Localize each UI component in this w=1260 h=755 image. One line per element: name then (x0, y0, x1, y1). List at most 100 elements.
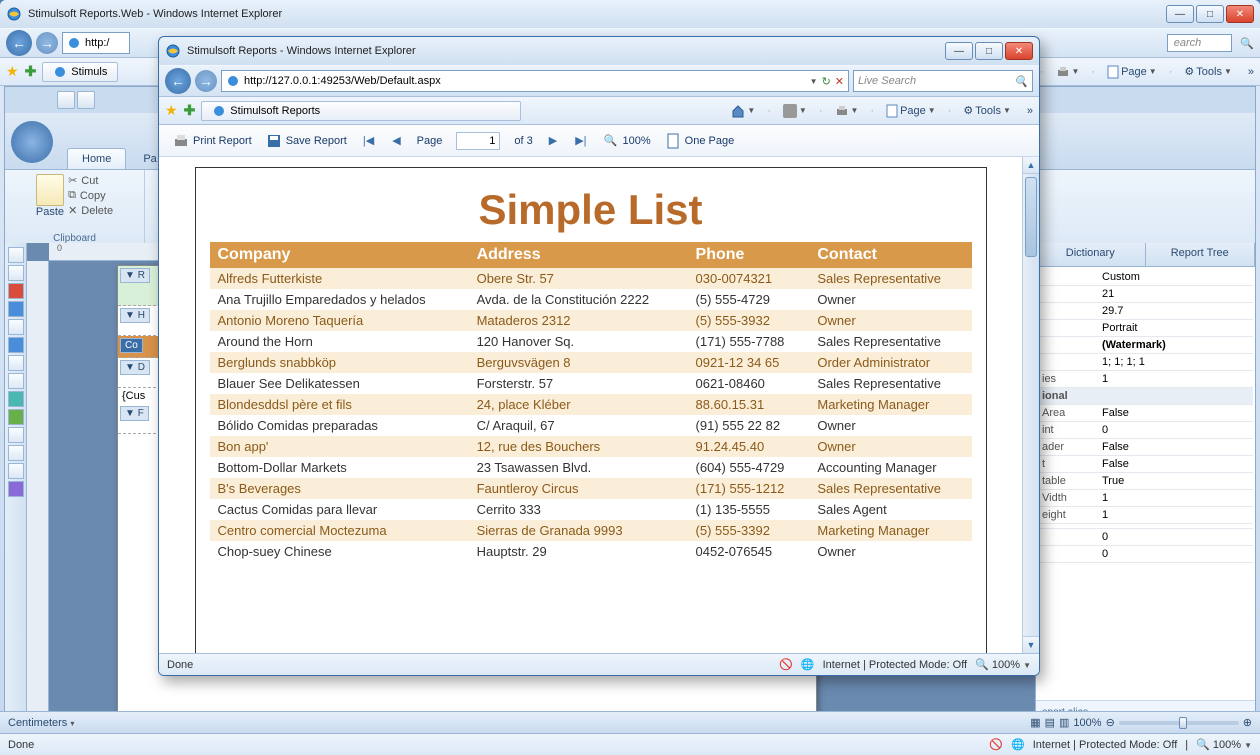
rss-icon[interactable]: ▼ (779, 102, 811, 120)
one-page-button[interactable]: One Page (665, 133, 735, 149)
favorites-icon[interactable]: ★ (6, 63, 19, 80)
tools-menu[interactable]: ⚙Tools▼ (959, 102, 1014, 119)
scroll-up-icon[interactable]: ▲ (1023, 157, 1039, 174)
search-field-placeholder[interactable]: earch (1167, 34, 1233, 52)
chevron-icon[interactable]: » (1027, 105, 1033, 117)
tab-dictionary[interactable]: Dictionary (1036, 243, 1146, 266)
property-row[interactable]: Portrait (1038, 320, 1253, 337)
tool-button[interactable] (8, 247, 24, 263)
first-page-button[interactable]: |◀ (361, 134, 376, 147)
paste-button[interactable]: Paste (36, 206, 64, 218)
report-scroll-area[interactable]: Simple List CompanyAddressPhoneContact A… (159, 157, 1022, 653)
prev-page-button[interactable]: ◀ (390, 134, 402, 147)
tool-button[interactable] (8, 265, 24, 281)
search-icon[interactable]: 🔍 (1014, 75, 1028, 88)
zoom-icon[interactable]: 🔍 100% ▼ (1196, 738, 1252, 751)
popup-search-box[interactable]: Live Search 🔍 (853, 70, 1033, 92)
outer-close-button[interactable]: ✕ (1226, 5, 1254, 23)
band-header[interactable]: ▼ H (120, 308, 150, 323)
tool-button[interactable] (8, 301, 24, 317)
popup-titlebar[interactable]: Stimulsoft Reports - Windows Internet Ex… (159, 37, 1039, 65)
vertical-scrollbar[interactable]: ▲ ▼ (1022, 157, 1039, 653)
outer-forward-button[interactable]: → (36, 32, 58, 54)
outer-browser-tab[interactable]: Stimuls (42, 62, 118, 82)
page-menu[interactable]: Page▼ (1103, 63, 1161, 81)
property-row[interactable]: int0 (1038, 422, 1253, 439)
zoom-in-button[interactable]: ⊕ (1243, 716, 1252, 729)
tool-button[interactable] (8, 373, 24, 389)
zoom-button[interactable]: 🔍 100% (603, 133, 651, 149)
units-selector[interactable]: Centimeters ▾ (8, 717, 74, 729)
zoom-slider[interactable] (1119, 721, 1239, 725)
save-report-button[interactable]: Save Report (266, 133, 347, 149)
property-row[interactable]: 29.7 (1038, 303, 1253, 320)
outer-minimize-button[interactable]: — (1166, 5, 1194, 23)
band-columns[interactable]: Co (120, 338, 143, 353)
outer-maximize-button[interactable]: □ (1196, 5, 1224, 23)
zoom-out-button[interactable]: ⊖ (1106, 716, 1115, 729)
properties-grid[interactable]: Custom2129.7Portrait(Watermark)1; 1; 1; … (1036, 267, 1255, 700)
property-row[interactable]: tableTrue (1038, 473, 1253, 490)
tool-button[interactable] (8, 481, 24, 497)
stop-icon[interactable]: ✕ (835, 75, 844, 88)
cut-button[interactable]: ✂Cut (68, 174, 113, 187)
property-row[interactable]: AreaFalse (1038, 405, 1253, 422)
popup-ie-window[interactable]: Stimulsoft Reports - Windows Internet Ex… (158, 36, 1040, 676)
band-footer[interactable]: ▼ F (120, 406, 149, 421)
popup-forward-button[interactable]: → (195, 70, 217, 92)
property-row[interactable]: Custom (1038, 269, 1253, 286)
outer-back-button[interactable]: ← (6, 30, 32, 56)
page-number-input[interactable] (456, 132, 500, 150)
zoom-status[interactable]: 🔍 100% ▼ (975, 658, 1031, 671)
scroll-thumb[interactable] (1025, 177, 1037, 257)
tool-button[interactable] (8, 355, 24, 371)
copy-button[interactable]: ⧉Copy (68, 189, 113, 202)
property-row[interactable]: 1; 1; 1; 1 (1038, 354, 1253, 371)
tool-button[interactable] (8, 463, 24, 479)
tools-menu[interactable]: ⚙Tools▼ (1180, 63, 1235, 80)
last-page-button[interactable]: ▶| (573, 134, 588, 147)
property-row[interactable]: 21 (1038, 286, 1253, 303)
property-row[interactable]: eight1 (1038, 507, 1253, 524)
chevron-icon[interactable]: » (1248, 66, 1254, 78)
add-favorite-icon[interactable]: ✚ (25, 63, 37, 80)
print-report-button[interactable]: Print Report (173, 133, 252, 149)
view-icon[interactable]: ▥ (1059, 716, 1069, 729)
view-icon[interactable]: ▦ (1030, 716, 1040, 729)
outer-address-bar[interactable] (62, 32, 130, 54)
property-row[interactable]: ies1 (1038, 371, 1253, 388)
tool-button[interactable] (8, 445, 24, 461)
popup-address-bar[interactable]: ▼ ↻ ✕ (221, 70, 849, 92)
home-icon[interactable]: ▼ (727, 102, 759, 120)
property-row[interactable]: 0 (1038, 529, 1253, 546)
property-row[interactable]: (Watermark) (1038, 337, 1253, 354)
outer-url-input[interactable] (85, 37, 125, 49)
refresh-icon[interactable]: ↻ (822, 75, 831, 88)
delete-button[interactable]: ✕Delete (68, 204, 113, 217)
outer-titlebar[interactable]: Stimulsoft Reports.Web - Windows Interne… (0, 0, 1260, 28)
view-icon[interactable]: ▤ (1045, 716, 1055, 729)
favorites-icon[interactable]: ★ (165, 102, 178, 119)
band-reporttitle[interactable]: ▼ R (120, 268, 150, 283)
tool-button[interactable] (8, 319, 24, 335)
popup-maximize-button[interactable]: □ (975, 42, 1003, 60)
property-row[interactable]: tFalse (1038, 456, 1253, 473)
property-row[interactable]: 0 (1038, 546, 1253, 563)
property-row[interactable]: ional (1038, 388, 1253, 405)
print-icon[interactable]: ▼ (1052, 63, 1084, 81)
popup-browser-tab[interactable]: Stimulsoft Reports (201, 101, 521, 121)
property-row[interactable]: aderFalse (1038, 439, 1253, 456)
search-go-icon[interactable]: 🔍 (1240, 37, 1254, 50)
property-row[interactable]: Vidth1 (1038, 490, 1253, 507)
popup-minimize-button[interactable]: — (945, 42, 973, 60)
tool-button[interactable] (8, 391, 24, 407)
tool-button[interactable] (8, 427, 24, 443)
ribbon-tab-home[interactable]: Home (67, 148, 126, 169)
tool-button[interactable] (8, 409, 24, 425)
band-data[interactable]: ▼ D (120, 360, 150, 375)
tab-report-tree[interactable]: Report Tree (1146, 243, 1256, 266)
next-page-button[interactable]: ▶ (547, 134, 559, 147)
qat-button[interactable] (77, 91, 95, 109)
dropdown-icon[interactable]: ▼ (810, 77, 818, 86)
add-favorite-icon[interactable]: ✚ (184, 102, 196, 119)
